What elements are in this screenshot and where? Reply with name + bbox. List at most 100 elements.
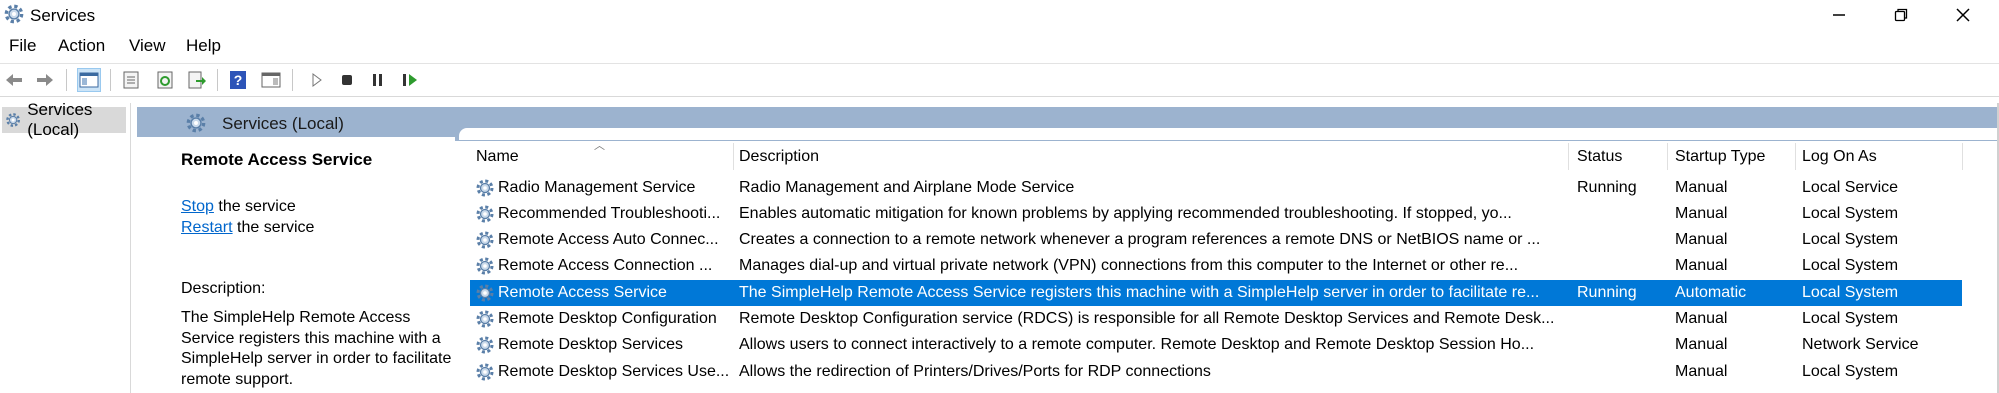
stop-service-suffix: the service bbox=[213, 198, 296, 215]
restart-service-suffix: the service bbox=[232, 219, 315, 236]
column-header-log-on-as[interactable]: Log On As bbox=[1802, 148, 1877, 166]
row-description: The SimpleHelp Remote Access Service reg… bbox=[739, 284, 1540, 301]
row-startup-type: Automatic bbox=[1675, 284, 1747, 301]
export-list-icon bbox=[188, 71, 206, 89]
export-list-button[interactable] bbox=[185, 68, 209, 92]
minimize-icon bbox=[1833, 14, 1845, 16]
column-divider[interactable] bbox=[1667, 143, 1668, 170]
table-row[interactable]: Remote Access Auto Connec... Creates a c… bbox=[470, 227, 1962, 253]
stop-service-link[interactable]: Stop bbox=[181, 198, 214, 215]
row-log-on-as: Local System bbox=[1802, 310, 1899, 327]
row-name: Remote Access Service bbox=[498, 284, 667, 301]
row-description: Remote Desktop Configuration service (RD… bbox=[739, 310, 1555, 327]
service-gear-icon bbox=[476, 205, 494, 223]
restore-icon bbox=[1894, 8, 1908, 22]
services-gear-icon bbox=[6, 113, 21, 127]
service-gear-icon bbox=[476, 336, 494, 354]
row-description: Creates a connection to a remote network… bbox=[739, 231, 1541, 248]
service-gear-icon bbox=[476, 231, 494, 249]
show-hide-console-tree-button[interactable] bbox=[77, 68, 101, 92]
minimize-button[interactable] bbox=[1808, 0, 1870, 30]
row-name: Radio Management Service bbox=[498, 179, 696, 196]
service-gear-icon bbox=[476, 284, 494, 302]
window-title: Services bbox=[30, 6, 96, 25]
column-header-startup-type[interactable]: Startup Type bbox=[1675, 148, 1765, 166]
properties-icon bbox=[123, 71, 139, 89]
refresh-button[interactable] bbox=[153, 68, 177, 92]
row-description: Radio Management and Airplane Mode Servi… bbox=[739, 179, 1075, 196]
column-divider[interactable] bbox=[1962, 143, 1963, 170]
row-status: Running bbox=[1577, 284, 1637, 301]
help-button[interactable]: ? bbox=[226, 68, 250, 92]
restart-service-line: Restart the service bbox=[181, 219, 314, 237]
menu-action[interactable]: Action bbox=[58, 36, 105, 56]
resume-service-button[interactable] bbox=[398, 68, 422, 92]
console-tree: Services (Local) bbox=[0, 100, 131, 393]
forward-button[interactable] bbox=[33, 68, 57, 92]
table-row[interactable]: Radio Management Service Radio Managemen… bbox=[470, 175, 1962, 201]
table-row[interactable]: Recommended Troubleshooti... Enables aut… bbox=[470, 201, 1962, 227]
show-hide-action-pane-button[interactable] bbox=[259, 68, 283, 92]
refresh-icon bbox=[157, 71, 173, 89]
show-hide-console-tree-icon bbox=[79, 72, 99, 88]
pause-service-icon bbox=[373, 74, 382, 86]
tree-item-services-local[interactable]: Services (Local) bbox=[2, 100, 126, 139]
title-bar: Services bbox=[0, 0, 1999, 32]
tree-item-label: Services (Local) bbox=[27, 100, 93, 139]
service-gear-icon bbox=[476, 363, 494, 381]
row-startup-type: Manual bbox=[1675, 310, 1728, 327]
column-divider[interactable] bbox=[733, 143, 734, 170]
row-startup-type: Manual bbox=[1675, 257, 1728, 274]
row-log-on-as: Local Service bbox=[1802, 179, 1899, 196]
row-description: Enables automatic mitigation for known p… bbox=[739, 205, 1512, 222]
restore-button[interactable] bbox=[1870, 0, 1932, 30]
column-header-name[interactable]: Name bbox=[476, 148, 519, 166]
service-gear-icon bbox=[476, 310, 494, 328]
table-row[interactable]: Remote Desktop Configuration Remote Desk… bbox=[470, 306, 1962, 332]
column-header-status[interactable]: Status bbox=[1577, 148, 1622, 166]
toolbar-separator bbox=[66, 69, 67, 91]
menu-view[interactable]: View bbox=[129, 36, 166, 56]
help-icon: ? bbox=[230, 71, 246, 89]
row-name: Remote Desktop Configuration bbox=[498, 310, 717, 327]
stop-service-button[interactable] bbox=[335, 68, 359, 92]
row-name: Remote Access Auto Connec... bbox=[498, 231, 719, 248]
row-startup-type: Manual bbox=[1675, 205, 1728, 222]
row-status: Running bbox=[1577, 179, 1637, 196]
row-name: Remote Access Connection ... bbox=[498, 257, 713, 274]
pause-service-button[interactable] bbox=[366, 68, 390, 92]
service-gear-icon bbox=[476, 179, 494, 197]
menu-help[interactable]: Help bbox=[186, 36, 221, 56]
start-service-button[interactable] bbox=[304, 68, 328, 92]
row-description: Allows the redirection of Printers/Drive… bbox=[739, 363, 1211, 380]
toolbar: ? bbox=[0, 63, 1999, 97]
selected-service-title: Remote Access Service bbox=[181, 150, 373, 169]
show-hide-action-pane-icon bbox=[261, 72, 281, 88]
stop-service-icon bbox=[342, 75, 352, 85]
stop-service-line: Stop the service bbox=[181, 198, 296, 216]
row-description: Allows users to connect interactively to… bbox=[739, 336, 1535, 353]
row-name: Remote Desktop Services Use... bbox=[498, 363, 728, 380]
close-button[interactable] bbox=[1932, 0, 1994, 30]
column-divider[interactable] bbox=[1795, 143, 1796, 170]
column-divider[interactable] bbox=[1568, 143, 1569, 170]
menu-file[interactable]: File bbox=[9, 36, 36, 56]
back-button[interactable] bbox=[2, 68, 26, 92]
row-log-on-as: Local System bbox=[1802, 363, 1899, 380]
svg-text:?: ? bbox=[234, 72, 243, 88]
table-row[interactable]: Remote Access Connection ... Manages dia… bbox=[470, 253, 1962, 279]
table-row[interactable]: Remote Desktop Services Use... Allows th… bbox=[470, 359, 1962, 385]
row-log-on-as: Network Service bbox=[1802, 336, 1919, 353]
row-name: Remote Desktop Services bbox=[498, 336, 683, 353]
properties-button[interactable] bbox=[119, 68, 143, 92]
row-startup-type: Manual bbox=[1675, 336, 1728, 353]
services-gear-icon bbox=[4, 4, 24, 24]
toolbar-separator bbox=[110, 69, 111, 91]
column-header-description[interactable]: Description bbox=[739, 148, 819, 166]
restart-service-link[interactable]: Restart bbox=[181, 219, 233, 236]
resume-service-icon bbox=[403, 74, 417, 86]
services-gear-icon bbox=[186, 113, 206, 133]
row-description: Manages dial-up and virtual private netw… bbox=[739, 257, 1519, 274]
table-row-selected[interactable]: Remote Access Service The SimpleHelp Rem… bbox=[470, 280, 1962, 306]
table-row[interactable]: Remote Desktop Services Allows users to … bbox=[470, 332, 1962, 358]
